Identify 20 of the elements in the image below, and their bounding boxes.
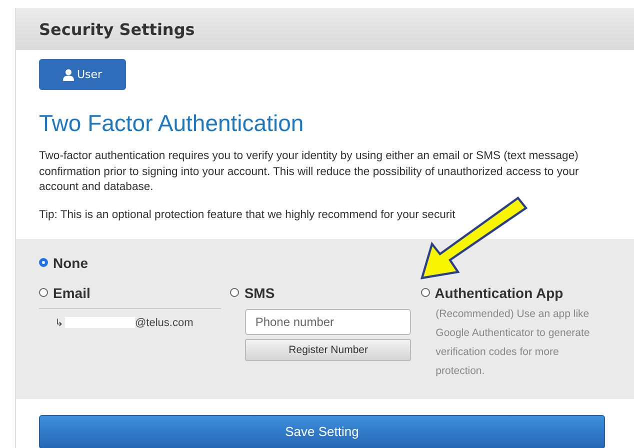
option-label: None xyxy=(53,254,88,270)
person-icon xyxy=(62,68,74,80)
register-number-button[interactable]: Register Number xyxy=(245,338,412,360)
option-label: SMS xyxy=(244,284,275,300)
panel-title: Security Settings xyxy=(39,20,195,38)
phone-number-field[interactable]: Phone number xyxy=(245,308,412,334)
option-label: Email xyxy=(53,284,90,300)
save-button[interactable]: Save Setting xyxy=(39,414,605,448)
radio-button[interactable] xyxy=(39,288,48,297)
user-button[interactable]: User xyxy=(39,59,126,90)
page-heading: Two Factor Authentication xyxy=(39,110,305,137)
radio-button[interactable] xyxy=(230,288,240,297)
return-arrow-icon: ↳ xyxy=(55,316,63,328)
option-label: Authentication App xyxy=(434,284,564,300)
option-description: (Recommended) Use an app like Google Authenticator to generate verification codes for more protection. xyxy=(436,306,591,378)
email-domain: @telus.com xyxy=(135,316,194,328)
tip-text: Tip: This is an optional protection feature that we highly recommend for your securit xyxy=(39,208,456,222)
radio-button[interactable] xyxy=(39,258,48,267)
description-text: Two-factor authentication requires you to verify your identity by using either an email or SMS (text message) confirmation prior to signing into your account. This will reduce the possibility of unauthorized access to your account and database. xyxy=(39,149,580,195)
radio-button[interactable] xyxy=(420,288,430,297)
